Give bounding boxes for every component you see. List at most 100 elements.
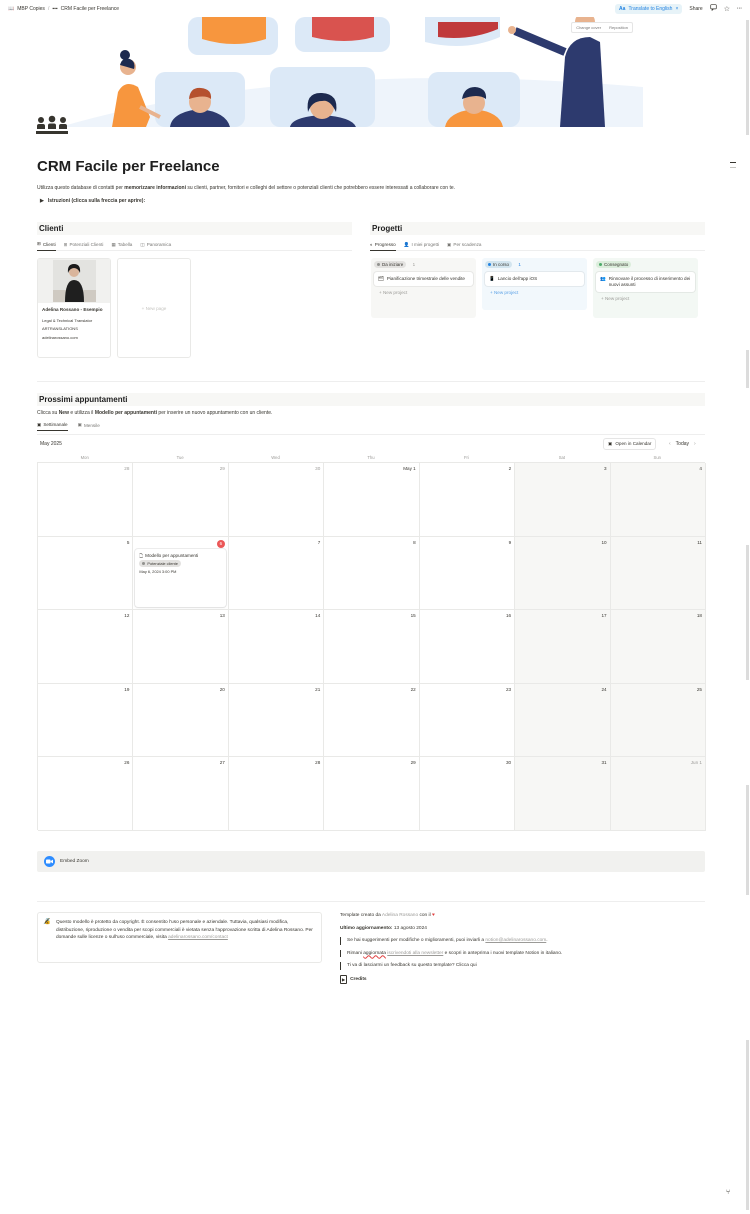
instructions-toggle[interactable]: ▶ Istruzioni (clicca sulla freccia per a…	[40, 198, 145, 204]
newsletter-link[interactable]: iscrivendoti alla newsletter	[387, 951, 443, 956]
chevron-right-icon[interactable]: ›	[694, 441, 696, 447]
change-cover-button[interactable]: Change cover	[572, 23, 605, 32]
chevron-left-icon[interactable]: ‹	[669, 441, 671, 447]
calendar-day[interactable]: 11	[610, 536, 706, 611]
clienti-section: Clienti ⊞ Clienti ⊞ Potenziali Clienti ▦ Ta…	[37, 222, 352, 251]
calendar-day[interactable]: 24	[515, 683, 611, 758]
help-icon[interactable]: ⑂	[726, 1189, 730, 1196]
key-icon: 🔏	[43, 919, 51, 925]
tab-mensile[interactable]: ▣ Mensile	[78, 419, 100, 431]
triangle-right-icon[interactable]: ▶	[40, 198, 44, 204]
calendar-day[interactable]: 20	[133, 683, 229, 758]
close-icon[interactable]: ×	[675, 6, 678, 12]
scrollbar-thumb[interactable]	[746, 20, 749, 135]
calendar-event-card[interactable]: 🗋 Modello per appuntamenti Potenziale clie…	[135, 548, 226, 607]
calendar-day[interactable]: 28	[228, 757, 325, 831]
calendar-day[interactable]: 25	[610, 683, 706, 758]
embed-zoom[interactable]: Embed Zoom	[37, 851, 705, 872]
calendar-day[interactable]: 22	[324, 683, 420, 758]
calendar-day[interactable]: 7	[228, 536, 325, 611]
email-link[interactable]: notion@adelinarossano.com	[485, 938, 546, 943]
appuntamenti-title[interactable]: Prossimi appuntamenti	[37, 393, 705, 406]
calendar-day[interactable]: 30	[228, 463, 325, 537]
author-link[interactable]: Adelina Rossano	[382, 913, 418, 918]
project-card[interactable]: 👥 Rinnovare il processo di inserimento de…	[596, 272, 695, 292]
calendar-day[interactable]: 13	[133, 610, 229, 684]
calendar-day[interactable]: 19	[38, 683, 134, 758]
play-icon[interactable]: ▶	[340, 974, 348, 984]
tab-i-miei-progetti[interactable]: 👤 I miei progetti	[404, 239, 439, 251]
share-button[interactable]: Share	[689, 6, 702, 12]
calendar-day[interactable]: Jun 1	[610, 757, 706, 831]
project-card[interactable]: 📱 Lancio dell'app iOS	[485, 272, 584, 286]
day-number: 25	[696, 686, 702, 692]
outline-marker[interactable]	[730, 167, 736, 168]
calendar-day[interactable]: 28	[38, 463, 134, 537]
more-icon[interactable]: ···	[737, 6, 742, 12]
calendar-day[interactable]: 29	[324, 757, 420, 831]
day-number: 5	[126, 539, 130, 545]
client-card[interactable]: Adelina Rossano - Esempio Legal & Techni…	[37, 258, 111, 358]
status-badge[interactable]: Da iniziare	[374, 261, 407, 268]
calendar-day[interactable]: 16	[419, 610, 516, 684]
client-site[interactable]: adelinarossano.com	[42, 335, 106, 342]
calendar-day[interactable]: 26	[38, 757, 134, 831]
tab-tabella[interactable]: ▦ Tabella	[111, 239, 132, 251]
breadcrumb-page[interactable]: CRM Facile per Freelance	[61, 6, 119, 12]
calendar-day[interactable]: 29	[133, 463, 229, 537]
outline-marker[interactable]	[730, 162, 736, 163]
calendar-day[interactable]: 30	[419, 757, 516, 831]
calendar-day[interactable]: 12	[38, 610, 134, 684]
calendar-day[interactable]: 6 🗋 Modello per appuntamenti Potenziale cli…	[133, 536, 229, 611]
calendar-day[interactable]: 4	[610, 463, 706, 537]
weekday-label: Mon	[80, 455, 89, 460]
calendar-day[interactable]: 27	[133, 757, 229, 831]
calendar-tabs: ▣ Settimanale ▣ Mensile	[37, 419, 705, 431]
calendar-day[interactable]: 21	[228, 683, 325, 758]
calendar-day[interactable]: 3	[515, 463, 611, 537]
status-badge[interactable]: Consegnato	[596, 261, 632, 268]
contact-link[interactable]: adelinarossano.com/contact	[168, 935, 228, 940]
calendar-day[interactable]: 23	[419, 683, 516, 758]
breadcrumb-workspace[interactable]: MBP Copies	[17, 6, 45, 12]
open-in-calendar-button[interactable]: ▣ Open in Calendar	[603, 438, 657, 450]
calendar-day[interactable]: 14	[228, 610, 325, 684]
tab-progresso[interactable]: ◐ Progresso	[370, 239, 396, 251]
reposition-button[interactable]: Reposition	[605, 23, 632, 32]
tab-potenziali-clienti[interactable]: ⊞ Potenziali Clienti	[64, 239, 104, 251]
tab-clienti[interactable]: ⊞ Clienti	[37, 239, 56, 251]
calendar-day[interactable]: May 1	[324, 463, 420, 537]
translate-icon: Aa	[619, 5, 626, 12]
today-button[interactable]: Today	[676, 441, 689, 447]
calendar-day[interactable]: 17	[515, 610, 611, 684]
tab-settimanale[interactable]: ▣ Settimanale	[37, 419, 68, 431]
clienti-title[interactable]: Clienti	[37, 222, 352, 235]
board-column-consegnato: Consegnato 1 👥Rinnovare il processo di i…	[593, 258, 698, 318]
project-card[interactable]: 🗂 Pianificazione trimestrale delle vendit…	[374, 272, 473, 286]
comment-icon[interactable]	[710, 4, 717, 13]
quote-feedback[interactable]: Ti va di lasciarmi un feedback su questo…	[340, 962, 705, 970]
calendar-day[interactable]: 2	[419, 463, 516, 537]
new-project-button[interactable]: + New project	[485, 286, 584, 299]
clienti-tabs: ⊞ Clienti ⊞ Potenziali Clienti ▦ Tabella ◫ P…	[37, 239, 352, 251]
tab-per-scadenza[interactable]: ▣ Per scadenza	[447, 239, 481, 251]
day-number: 10	[601, 539, 607, 545]
new-page-card[interactable]: + New page	[117, 258, 191, 358]
new-project-button[interactable]: + New project	[596, 292, 695, 305]
page-title[interactable]: CRM Facile per Freelance	[37, 158, 220, 175]
tab-panoramica[interactable]: ◫ Panoramica	[140, 239, 171, 251]
calendar-day[interactable]: 5	[38, 536, 134, 611]
calendar-day[interactable]: 10	[515, 536, 611, 611]
translate-button[interactable]: Aa Translate to English ×	[615, 3, 683, 14]
progetti-title[interactable]: Progetti	[370, 222, 705, 235]
page-icon[interactable]	[36, 114, 68, 136]
credits-toggle[interactable]: ▶ Credits	[340, 974, 705, 984]
calendar-day[interactable]: 9	[419, 536, 516, 611]
calendar-day[interactable]: 18	[610, 610, 706, 684]
status-badge[interactable]: In corso	[485, 261, 513, 268]
calendar-day[interactable]: 15	[324, 610, 420, 684]
calendar-day[interactable]: 8	[324, 536, 420, 611]
star-icon[interactable]: ☆	[724, 5, 730, 13]
calendar-day[interactable]: 31	[515, 757, 611, 831]
new-project-button[interactable]: + New project	[374, 286, 473, 299]
